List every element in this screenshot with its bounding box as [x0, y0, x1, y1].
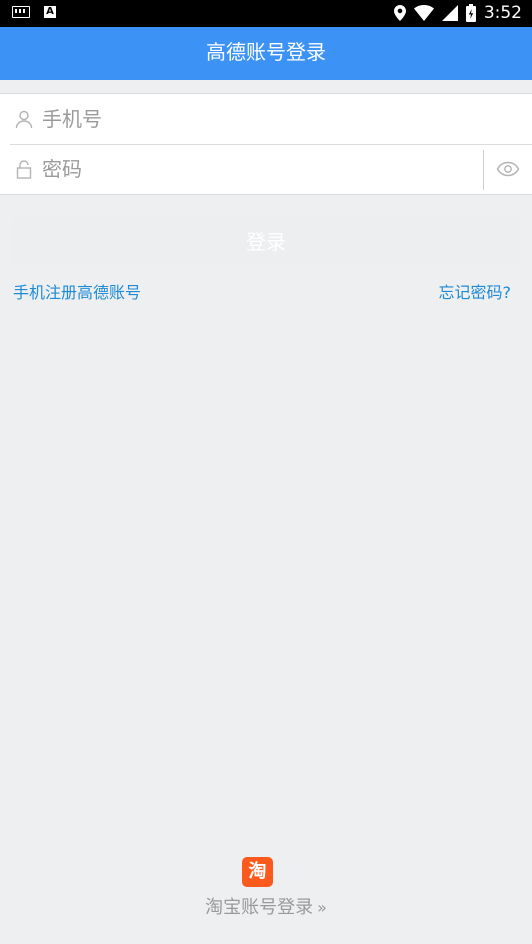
- signal-icon: [441, 5, 458, 21]
- register-link[interactable]: 手机注册高德账号: [13, 279, 141, 303]
- location-icon: [393, 5, 406, 21]
- keyboard-icon: [12, 6, 30, 18]
- login-button[interactable]: 登录: [12, 217, 520, 265]
- status-left-icons: A: [12, 6, 56, 18]
- login-form: [0, 93, 532, 195]
- page-title: 高德账号登录: [206, 40, 326, 64]
- taobao-icon[interactable]: 淘: [242, 857, 273, 887]
- wifi-icon: [413, 5, 434, 21]
- status-bar: A 3:52: [0, 0, 532, 27]
- password-input[interactable]: [42, 152, 462, 186]
- user-icon: [15, 110, 33, 129]
- forgot-password-link[interactable]: 忘记密码?: [439, 279, 512, 303]
- chevron-right-icon: »: [317, 898, 327, 917]
- battery-charging-icon: [465, 4, 476, 22]
- app-bar: 高德账号登录: [0, 27, 532, 80]
- status-time: 3:52: [483, 3, 522, 23]
- font-a-icon: A: [44, 6, 56, 18]
- status-right-icons: 3:52: [393, 3, 522, 23]
- taobao-login-label: 淘宝账号登录: [205, 897, 314, 918]
- lock-icon: [16, 160, 32, 179]
- phone-input[interactable]: [42, 102, 462, 136]
- taobao-login-link[interactable]: 淘宝账号登录»: [0, 893, 532, 919]
- password-row: [0, 144, 532, 194]
- phone-row: [0, 94, 532, 144]
- eye-icon[interactable]: [496, 157, 520, 181]
- eye-separator: [483, 150, 484, 190]
